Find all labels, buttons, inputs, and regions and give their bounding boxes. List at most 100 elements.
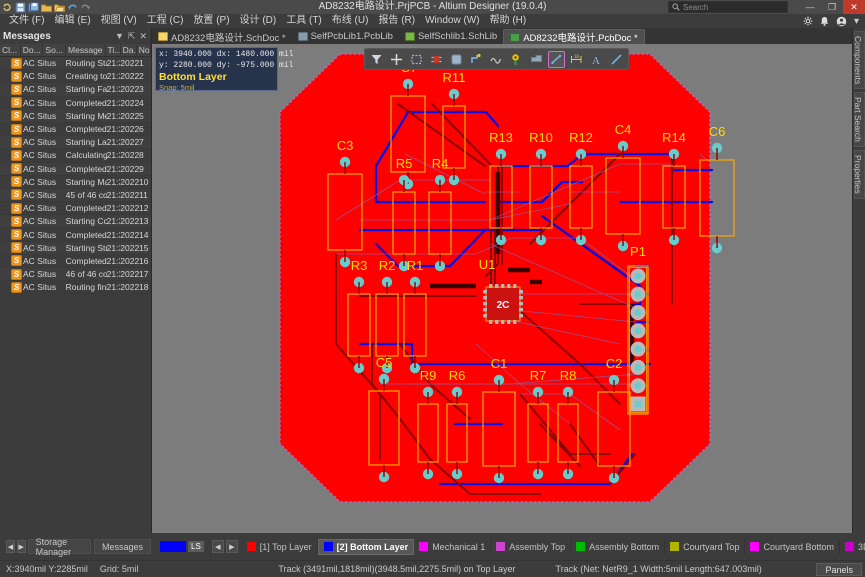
bottom-tabs-next-button[interactable]: ▶ bbox=[17, 540, 26, 553]
column-message[interactable]: Message bbox=[66, 44, 105, 57]
column-date[interactable]: Da... bbox=[121, 44, 137, 57]
component-icon[interactable] bbox=[428, 51, 445, 68]
layer-tab[interactable]: Courtyard Top bbox=[665, 539, 745, 555]
layer-tabs-next-button[interactable]: ▶ bbox=[226, 540, 238, 553]
menu-design[interactable]: 设计 (D) bbox=[235, 14, 282, 28]
layer-tab[interactable]: Assembly Bottom bbox=[571, 539, 665, 555]
right-tab-components[interactable]: Components bbox=[854, 31, 865, 89]
component-designator: R13 bbox=[489, 130, 513, 145]
settings-gear-icon[interactable] bbox=[803, 16, 813, 26]
column-no[interactable]: No. bbox=[137, 44, 151, 57]
menu-project[interactable]: 工程 (C) bbox=[142, 14, 189, 28]
menu-tools[interactable]: 工具 (T) bbox=[281, 14, 327, 28]
differential-pair-route-icon[interactable] bbox=[488, 51, 505, 68]
panel-hscroll[interactable] bbox=[0, 560, 14, 577]
message-row[interactable]: SAC SitusStarting Cor21:3202213 bbox=[0, 215, 151, 228]
message-row[interactable]: SAC SitusCompleted21:320224 bbox=[0, 97, 151, 110]
chip-pad bbox=[519, 314, 523, 317]
message-row[interactable]: SAC Situs45 of 46 cor21:3202211 bbox=[0, 189, 151, 202]
restore-button[interactable]: ❐ bbox=[821, 0, 843, 14]
place-text-icon[interactable]: A bbox=[588, 51, 605, 68]
search-input[interactable]: Search bbox=[668, 1, 788, 13]
doc-tab-schlib[interactable]: SelfSchlib1.SchLib bbox=[399, 29, 503, 44]
message-row[interactable]: SAC SitusCompleted21:3202214 bbox=[0, 228, 151, 241]
message-row[interactable]: SAC SitusStarting Ma21:3202210 bbox=[0, 176, 151, 189]
messages-list[interactable]: SAC SitusRouting Sta21:320221SAC SitusCr… bbox=[0, 57, 151, 527]
layer-sets-button[interactable]: LS bbox=[188, 541, 204, 552]
right-tab-part-search[interactable]: Part Search bbox=[854, 92, 865, 147]
pcb-canvas[interactable]: C7R11C3R5R4R13R10R12C4R14C6R3R2R12CU1P1C… bbox=[152, 44, 852, 533]
layer-tab[interactable]: Courtyard Bottom bbox=[745, 539, 840, 555]
bottom-tab-messages[interactable]: Messages bbox=[94, 539, 151, 554]
panel-pin-icon[interactable]: ⇱ bbox=[127, 31, 137, 42]
filter-icon[interactable] bbox=[368, 51, 385, 68]
component-designator: P1 bbox=[630, 244, 646, 259]
polygon-pour-icon[interactable] bbox=[448, 51, 465, 68]
menu-help[interactable]: 帮助 (H) bbox=[485, 14, 532, 28]
column-time[interactable]: Ti... bbox=[106, 44, 121, 57]
message-row[interactable]: SAC SitusStarting Lay21:320227 bbox=[0, 136, 151, 149]
column-source[interactable]: So... bbox=[43, 44, 66, 57]
component-designator: R10 bbox=[529, 130, 553, 145]
layer-tab[interactable]: 3D Body Top bbox=[840, 539, 865, 555]
pcb-board-svg[interactable]: C7R11C3R5R4R13R10R12C4R14C6R3R2R12CU1P1C… bbox=[152, 44, 852, 533]
menu-route[interactable]: 布线 (U) bbox=[327, 14, 374, 28]
message-row[interactable]: SAC SitusStarting Fan21:320223 bbox=[0, 83, 151, 96]
message-row[interactable]: SAC SitusCompleted21:320229 bbox=[0, 163, 151, 176]
panel-dropdown-icon[interactable]: ▼ bbox=[114, 31, 125, 41]
layer-color-chip[interactable] bbox=[160, 541, 186, 552]
place-fill-icon[interactable] bbox=[528, 51, 545, 68]
message-row[interactable]: SAC SitusCalculating21:320228 bbox=[0, 149, 151, 162]
menu-view[interactable]: 视图 (V) bbox=[96, 14, 142, 28]
panels-button[interactable]: Panels bbox=[816, 563, 862, 576]
doc-tab-pcbdoc[interactable]: AD8232电路设计.PcbDoc * bbox=[503, 29, 645, 44]
message-row[interactable]: SAC SitusStarting Str21:3202215 bbox=[0, 242, 151, 255]
message-row[interactable]: SAC SitusCompleted21:3202216 bbox=[0, 255, 151, 268]
place-line-icon[interactable] bbox=[608, 51, 625, 68]
crosshair-place-icon[interactable] bbox=[388, 51, 405, 68]
layer-tab[interactable]: Assembly Top bbox=[491, 539, 571, 555]
layer-tab[interactable]: [2] Bottom Layer bbox=[318, 539, 415, 555]
interactive-route-icon[interactable] bbox=[468, 51, 485, 68]
menu-place[interactable]: 放置 (P) bbox=[188, 14, 234, 28]
message-row[interactable]: SAC SitusRouting fini21:3202218 bbox=[0, 281, 151, 294]
message-row[interactable]: SAC SitusStarting Me21:320225 bbox=[0, 110, 151, 123]
layer-tab[interactable]: [1] Top Layer bbox=[242, 539, 318, 555]
bottom-tab-storage-manager[interactable]: Storage Manager bbox=[28, 539, 91, 554]
doc-tab-pcblib[interactable]: SelfPcbLib1.PcbLib bbox=[292, 29, 399, 44]
menu-reports[interactable]: 报告 (R) bbox=[373, 14, 420, 28]
right-tab-properties[interactable]: Properties bbox=[854, 150, 865, 199]
message-row[interactable]: SAC SitusCompleted21:320226 bbox=[0, 123, 151, 136]
place-track-icon[interactable] bbox=[548, 51, 565, 68]
menu-window[interactable]: Window (W) bbox=[420, 14, 484, 28]
user-account-icon[interactable] bbox=[836, 16, 847, 27]
notification-bell-icon[interactable] bbox=[820, 16, 829, 26]
layer-tabs-prev-button[interactable]: ◀ bbox=[212, 540, 224, 553]
column-document[interactable]: Do... bbox=[21, 44, 44, 57]
chevron-down-icon[interactable]: ▾ bbox=[854, 16, 859, 27]
dimension-icon[interactable]: 10 bbox=[568, 51, 585, 68]
message-number: 11 bbox=[139, 190, 151, 200]
message-row[interactable]: SAC Situs46 of 46 cor21:3202217 bbox=[0, 268, 151, 281]
layer-tab[interactable]: Mechanical 1 bbox=[414, 539, 491, 555]
message-date: 2022 bbox=[120, 243, 139, 253]
menu-edit[interactable]: 编辑 (E) bbox=[50, 14, 96, 28]
chip-pad bbox=[501, 320, 504, 324]
message-row[interactable]: SAC SitusCompleted21:3202212 bbox=[0, 202, 151, 215]
message-time: 21:3 bbox=[107, 243, 121, 253]
panel-close-icon[interactable]: ✕ bbox=[138, 31, 148, 42]
doc-tab-schdoc[interactable]: AD8232电路设计.SchDoc * bbox=[152, 29, 292, 44]
message-text: Routing fini bbox=[66, 282, 107, 292]
component-designator: R9 bbox=[420, 368, 437, 383]
close-button[interactable]: ✕ bbox=[843, 0, 865, 14]
message-row[interactable]: SAC SitusCreating toz21:320222 bbox=[0, 70, 151, 83]
minimize-button[interactable]: — bbox=[799, 0, 821, 14]
menu-file[interactable]: 文件 (F) bbox=[4, 14, 50, 28]
bottom-tabs-prev-button[interactable]: ◀ bbox=[6, 540, 15, 553]
message-row[interactable]: SAC SitusRouting Sta21:320221 bbox=[0, 57, 151, 70]
place-via-icon[interactable] bbox=[508, 51, 525, 68]
select-area-icon[interactable] bbox=[408, 51, 425, 68]
column-class[interactable]: Cl... bbox=[0, 44, 21, 57]
pcb-board[interactable]: C7R11C3R5R4R13R10R12C4R14C6R3R2R12CU1P1C… bbox=[152, 44, 852, 533]
pad-hole bbox=[635, 273, 642, 280]
